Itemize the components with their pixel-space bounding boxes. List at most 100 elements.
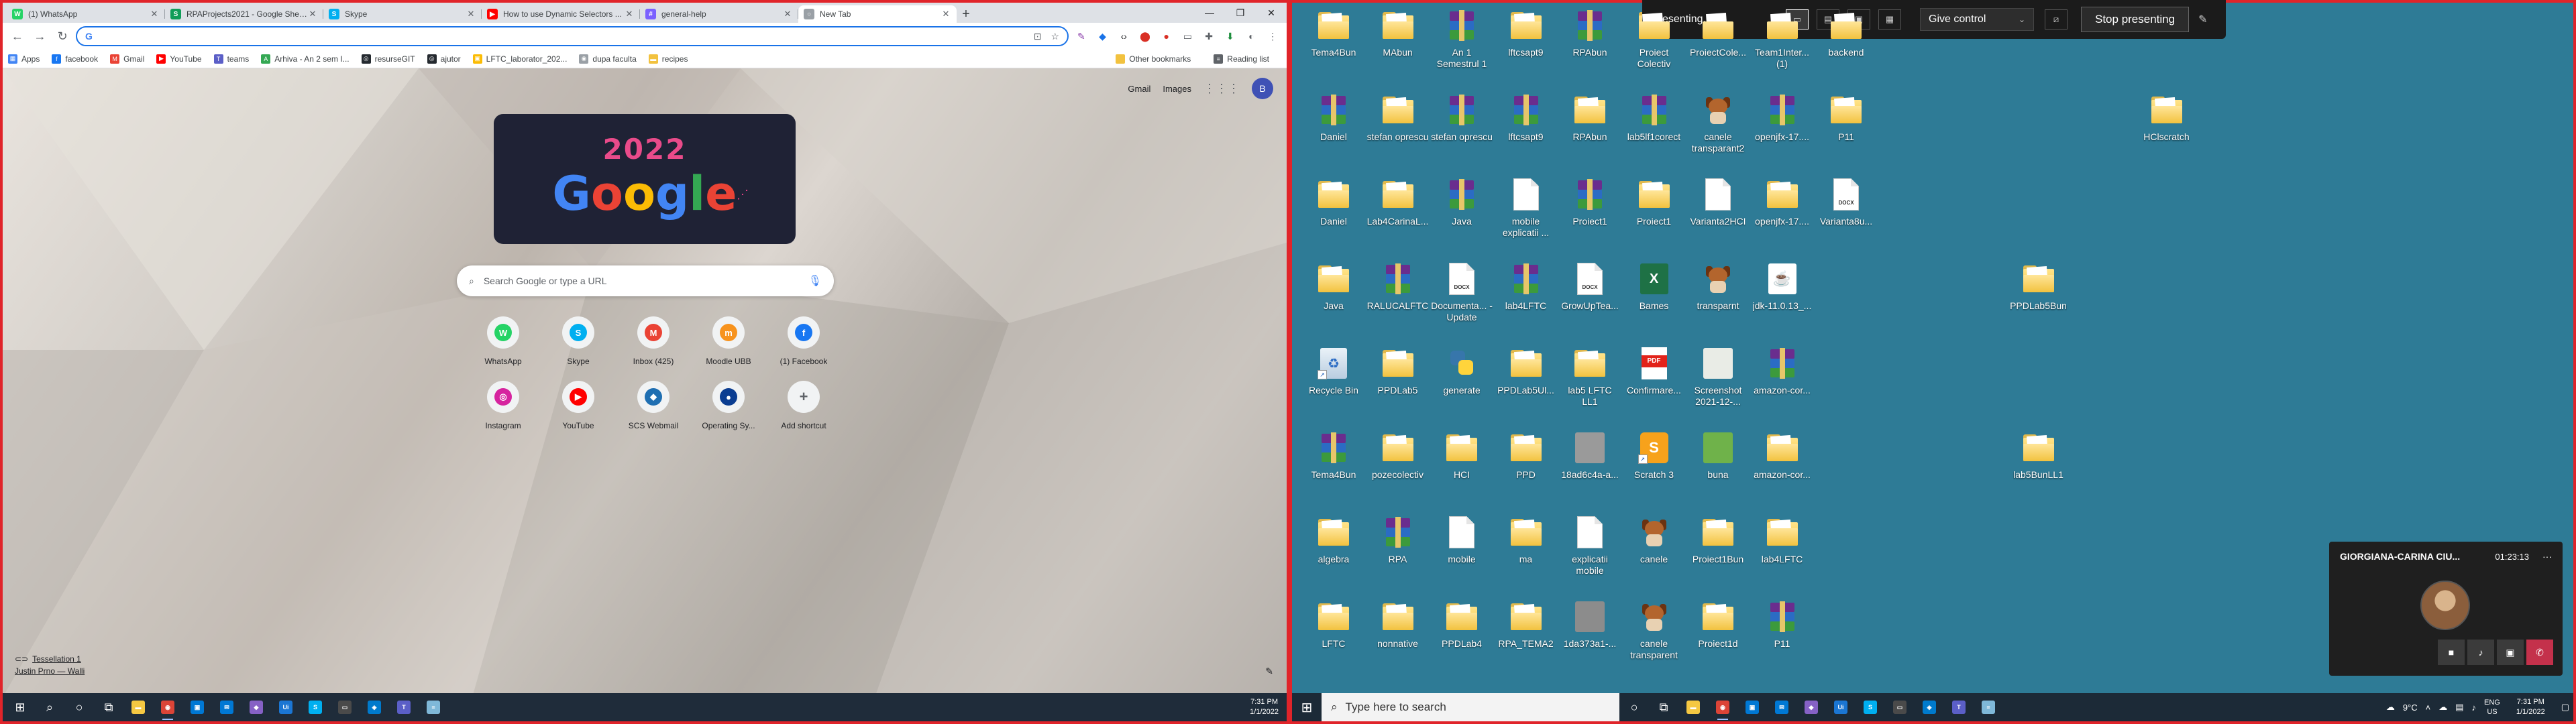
desktop-icon[interactable]: mobile explicatii ... bbox=[1495, 177, 1557, 239]
desktop-icon[interactable]: Proiect1 bbox=[1559, 177, 1621, 227]
camera-off-icon[interactable]: ■ bbox=[2438, 640, 2465, 665]
devtools-extension-icon[interactable]: ‹› bbox=[1115, 27, 1132, 45]
desktop-icon[interactable]: openjfx-17.... bbox=[1752, 177, 1813, 227]
task-view-icon[interactable]: ⧉ bbox=[1649, 693, 1678, 721]
taskbar-clock[interactable]: 7:31 PM 1/1/2022 bbox=[1242, 697, 1287, 717]
forward-arrow-icon[interactable]: → bbox=[31, 27, 50, 46]
desktop-icon[interactable]: RALUCALFTC bbox=[1367, 261, 1429, 312]
desktop-icon[interactable]: DOCX GrowUpTea... bbox=[1559, 261, 1621, 312]
tab-whatsapp[interactable]: W (1) WhatsApp ✕ bbox=[7, 5, 165, 23]
terminal-icon[interactable]: ▭ bbox=[330, 693, 360, 721]
language-indicator[interactable]: ENG US bbox=[2484, 698, 2500, 717]
teams-icon[interactable]: T bbox=[389, 693, 419, 721]
desktop-icon[interactable]: Tema4Bun bbox=[1303, 430, 1364, 481]
onedrive-icon[interactable]: ☁ bbox=[2438, 702, 2447, 713]
bookmark-facebook[interactable]: f facebook bbox=[52, 54, 98, 64]
notepad-icon[interactable]: ≡ bbox=[419, 693, 448, 721]
desktop-icon[interactable]: PPDLab5Bun bbox=[2008, 261, 2070, 312]
close-tab-icon[interactable]: ✕ bbox=[307, 9, 318, 19]
taskbar-clock[interactable]: 7:31 PM 1/1/2022 bbox=[2508, 697, 2553, 717]
desktop-icon[interactable]: DOCX Varianta8u... bbox=[1815, 177, 1877, 227]
skype-icon[interactable]: S bbox=[301, 693, 330, 721]
desktop-icon[interactable]: canele bbox=[1623, 515, 1685, 565]
other-bookmarks[interactable]: Other bookmarks bbox=[1116, 54, 1191, 64]
desktop-icon[interactable]: An 1 Semestrul 1 bbox=[1431, 8, 1493, 70]
vscode-icon[interactable]: ◈ bbox=[1915, 693, 1944, 721]
bookmark-star-icon[interactable]: ☆ bbox=[1051, 31, 1059, 42]
customize-pencil-icon[interactable]: ✎ bbox=[1265, 666, 1273, 677]
desktop-icon[interactable]: PPDLab4 bbox=[1431, 599, 1493, 650]
back-arrow-icon[interactable]: ← bbox=[8, 27, 27, 46]
network-icon[interactable]: ▤ bbox=[2455, 702, 2463, 713]
terminal-icon[interactable]: ▭ bbox=[1885, 693, 1915, 721]
uipath-icon[interactable]: Ui bbox=[1826, 693, 1856, 721]
desktop-icon[interactable]: Proiect1 bbox=[1623, 177, 1685, 227]
desktop-icon[interactable]: 1da373a1-... bbox=[1559, 599, 1621, 650]
stop-camera-share-icon[interactable]: ⧄ bbox=[2045, 9, 2068, 29]
desktop-icon[interactable]: ☕ jdk-11.0.13_... bbox=[1752, 261, 1813, 312]
desktop-icon[interactable]: stefan oprescu bbox=[1431, 93, 1493, 143]
cortana-icon[interactable]: ○ bbox=[64, 693, 94, 721]
bookmark-dupa-faculta[interactable]: ◉ dupa faculta bbox=[579, 54, 637, 64]
desktop-icon[interactable]: canele transparant2 bbox=[1687, 93, 1749, 154]
desktop-icon[interactable]: PDF Confirmare... bbox=[1623, 346, 1685, 396]
bookmark-apps[interactable]: ▦ Apps bbox=[8, 54, 40, 64]
share-icon[interactable]: ⋰ bbox=[737, 188, 749, 202]
shortcut-tile[interactable]: M Inbox (425) bbox=[616, 316, 691, 366]
stop-presenting-button[interactable]: Stop presenting bbox=[2081, 7, 2190, 32]
shortcut-tile[interactable]: m Moodle UBB bbox=[691, 316, 766, 366]
color-picker-extension-icon[interactable]: ✎ bbox=[1073, 27, 1090, 45]
desktop-icon[interactable]: amazon-cor... bbox=[1752, 346, 1813, 396]
desktop-icon[interactable]: DOCX Documenta... - Update bbox=[1431, 261, 1493, 323]
windows-start-icon[interactable]: ⊞ bbox=[1292, 693, 1322, 721]
desktop-icon[interactable]: ♻ ↗ Recycle Bin bbox=[1303, 346, 1364, 396]
desktop-icon[interactable]: Daniel bbox=[1303, 177, 1364, 227]
menu-kebab-icon[interactable]: ⋮ bbox=[1264, 27, 1281, 45]
task-view-icon[interactable]: ⧉ bbox=[94, 693, 123, 721]
desktop-icon[interactable]: mobile bbox=[1431, 515, 1493, 565]
new-tab-plus-icon[interactable]: + bbox=[957, 5, 975, 23]
bookmark-gmail[interactable]: M Gmail bbox=[110, 54, 144, 64]
desktop-icon[interactable]: amazon-cor... bbox=[1752, 430, 1813, 481]
shortcut-tile[interactable]: ◆ SCS Webmail bbox=[616, 381, 691, 430]
close-window-icon[interactable]: ✕ bbox=[1256, 3, 1287, 23]
hang-up-icon[interactable]: ✆ bbox=[2526, 640, 2553, 665]
tab-sheets[interactable]: S RPAProjects2021 - Google Sheets ✕ bbox=[165, 5, 323, 23]
desktop-icon[interactable]: PPDLab5Ul... bbox=[1495, 346, 1557, 396]
mail-icon[interactable]: ✉ bbox=[212, 693, 241, 721]
tab-youtube[interactable]: ▶ How to use Dynamic Selectors ... ✕ bbox=[482, 5, 640, 23]
shortcut-tile[interactable]: ▶ YouTube bbox=[541, 381, 616, 430]
desktop-icon[interactable]: transparnt bbox=[1687, 261, 1749, 312]
profile-icon[interactable]: ◐ bbox=[1243, 27, 1260, 45]
images-link[interactable]: Images bbox=[1163, 84, 1191, 94]
desktop-icon[interactable]: PPDLab5 bbox=[1367, 346, 1429, 396]
downloads-icon[interactable]: ⬇ bbox=[1222, 27, 1239, 45]
desktop-icon[interactable]: PPD bbox=[1495, 430, 1557, 481]
desktop-icon[interactable]: Java bbox=[1431, 177, 1493, 227]
store-icon[interactable]: ▣ bbox=[182, 693, 212, 721]
desktop-icon[interactable]: S ↗ Scratch 3 bbox=[1623, 430, 1685, 481]
desktop-icon[interactable]: RPA_TEMA2 bbox=[1495, 599, 1557, 650]
desktop-icon[interactable]: lab5 LFTC LL1 bbox=[1559, 346, 1621, 408]
taskbar-search-input[interactable]: ⌕ Type here to search bbox=[1322, 693, 1619, 721]
chrome-icon[interactable]: ◉ bbox=[153, 693, 182, 721]
bookmark-arhiva[interactable]: A Arhiva - An 2 sem I... bbox=[261, 54, 350, 64]
google-search-box[interactable]: ⌕ Search Google or type a URL 🎙 bbox=[457, 265, 834, 296]
desktop-icon[interactable]: lftcsapt9 bbox=[1495, 8, 1557, 58]
desktop-icon[interactable]: generate bbox=[1431, 346, 1493, 396]
desktop-icon[interactable]: lab4LFTC bbox=[1752, 515, 1813, 565]
desktop-icon[interactable]: openjfx-17.... bbox=[1752, 93, 1813, 143]
mail-icon[interactable]: ✉ bbox=[1767, 693, 1796, 721]
visual-studio-icon[interactable]: ◆ bbox=[1796, 693, 1826, 721]
desktop-icon[interactable]: P11 bbox=[1815, 93, 1877, 143]
gmail-link[interactable]: Gmail bbox=[1128, 84, 1150, 94]
extension-icon[interactable]: ◆ bbox=[1094, 27, 1112, 45]
share-screen-icon[interactable]: ▣ bbox=[2497, 640, 2524, 665]
desktop-icon[interactable]: MAbun bbox=[1367, 8, 1429, 58]
vscode-icon[interactable]: ◈ bbox=[360, 693, 389, 721]
desktop-icon[interactable]: HCI bbox=[1431, 430, 1493, 481]
desktop-icon[interactable]: buna bbox=[1687, 430, 1749, 481]
wallpaper-author[interactable]: Justin Prno — Walli bbox=[15, 666, 85, 676]
desktop-icon[interactable]: ma bbox=[1495, 515, 1557, 565]
desktop-icon[interactable]: HClscratch bbox=[2136, 93, 2198, 143]
